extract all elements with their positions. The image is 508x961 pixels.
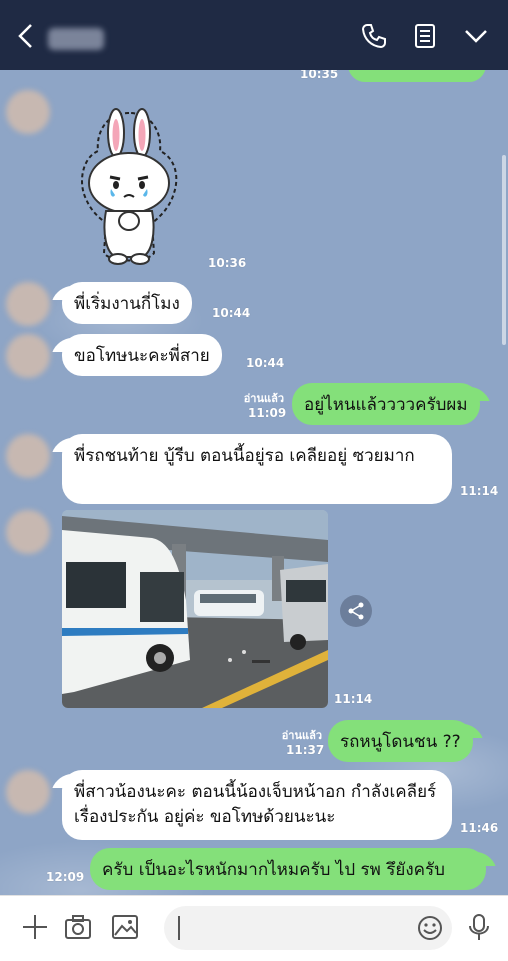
avatar[interactable] — [6, 334, 50, 378]
message-time: 10:35 — [300, 70, 339, 81]
message-bubble[interactable]: รถหนูโดนชน ?? — [328, 720, 473, 762]
text-caret — [178, 916, 180, 940]
message-time: 11:46 — [460, 821, 499, 835]
plus-icon[interactable] — [20, 912, 50, 942]
message-bubble-partial[interactable] — [348, 70, 486, 82]
message-time: 11:14 — [334, 692, 373, 706]
message-bubble[interactable]: พี่รถชนท้าย บู้รีบ ตอนนี้อยู่รอ เคลียอยู… — [62, 434, 452, 504]
message-time: 10:44 — [212, 306, 251, 320]
message-bubble[interactable]: ขอโทษนะคะพี่สาย — [62, 334, 222, 376]
message-bubble[interactable]: ครับ เป็นอะไรหนักมากไหมครับ ไป รพ รึยังค… — [90, 848, 486, 890]
message-time: 12:09 — [46, 870, 85, 884]
avatar[interactable] — [6, 770, 50, 814]
message-time: 10:36 — [208, 256, 247, 270]
chevron-down-icon[interactable] — [462, 22, 490, 50]
message-input[interactable] — [164, 906, 452, 950]
message-bubble[interactable]: พี่เริ่มงานกี่โมง — [62, 282, 192, 324]
read-receipt: อ่านแล้ว — [281, 729, 322, 742]
notes-icon[interactable] — [411, 22, 439, 50]
message-time: 11:14 — [460, 484, 499, 498]
message-time: 11:37 — [286, 743, 325, 757]
avatar[interactable] — [6, 282, 50, 326]
avatar[interactable] — [6, 90, 50, 134]
crying-bunny-sticker[interactable] — [76, 103, 182, 269]
contact-name-blurred — [48, 28, 104, 50]
phone-icon[interactable] — [360, 22, 388, 50]
composer-bar — [0, 895, 508, 961]
camera-icon[interactable] — [63, 912, 93, 942]
scrollbar[interactable] — [502, 155, 506, 345]
car-accident-photo[interactable] — [62, 510, 328, 708]
image-icon[interactable] — [110, 912, 140, 942]
avatar[interactable] — [6, 434, 50, 478]
read-receipt: อ่านแล้ว — [243, 392, 284, 405]
share-icon[interactable] — [340, 595, 372, 627]
message-time: 11:09 — [248, 406, 287, 420]
avatar[interactable] — [6, 510, 50, 554]
message-bubble[interactable]: พี่สาวน้องนะคะ ตอนนี้น้องเจ็บหน้าอก กำลั… — [62, 770, 452, 840]
chevron-left-icon[interactable] — [14, 22, 38, 50]
microphone-icon[interactable] — [464, 912, 494, 942]
chat-header — [0, 0, 508, 70]
emoji-icon[interactable] — [416, 914, 444, 942]
message-bubble[interactable]: อยู่ไหนแล้ววววครับผม — [292, 383, 480, 425]
chat-area: 10:35 10:36 พี่เริ่มงานกี่โมง 10:44 ขอโท… — [0, 70, 508, 895]
message-time: 10:44 — [246, 356, 285, 370]
